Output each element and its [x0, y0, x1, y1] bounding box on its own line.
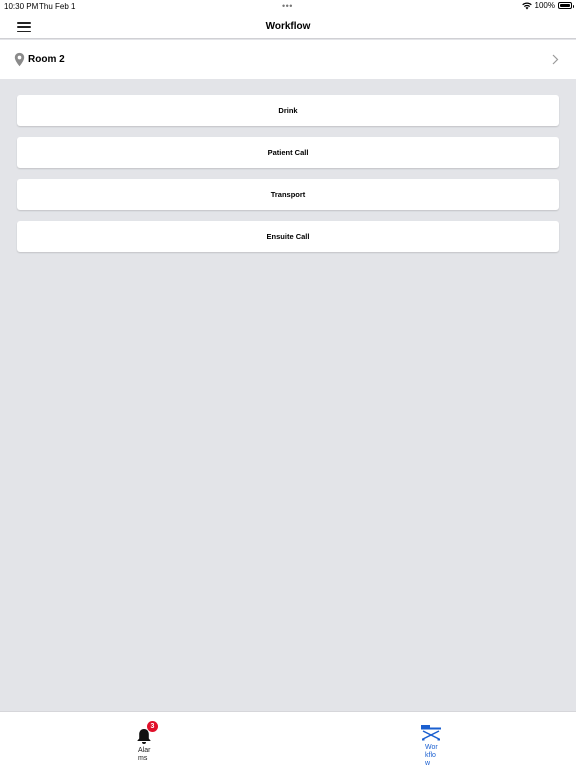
status-indicators: 100% [521, 1, 574, 10]
status-time: 10:30 PM [4, 2, 39, 11]
tab-workflow-label: Workflow [425, 744, 438, 767]
room-label: Room 2 [28, 54, 65, 65]
hospital-bed-icon [421, 725, 441, 741]
battery-icon [558, 2, 574, 9]
tab-workflow[interactable]: Workflow [288, 712, 576, 768]
workflow-item-ensuite-call[interactable]: Ensuite Call [17, 221, 559, 252]
chevron-right-icon [552, 54, 559, 65]
tab-bar: 3 Alarms Workflow [0, 711, 576, 768]
location-pin-icon [14, 52, 25, 67]
tab-alarms[interactable]: 3 Alarms [0, 712, 288, 768]
tab-alarms-label: Alarms [138, 747, 151, 762]
workflow-list: Drink Patient Call Transport Ensuite Cal… [17, 95, 559, 263]
multitasking-dots[interactable]: ••• [282, 1, 293, 11]
workflow-item-drink[interactable]: Drink [17, 95, 559, 126]
alarm-count-badge: 3 [147, 721, 158, 732]
page-title: Workflow [265, 21, 311, 32]
wifi-icon [521, 2, 532, 9]
workflow-item-patient-call[interactable]: Patient Call [17, 137, 559, 168]
status-date: Thu Feb 1 [39, 2, 76, 11]
navigation-bar: Workflow [0, 13, 576, 39]
room-selector[interactable]: Room 2 [0, 40, 576, 79]
workflow-item-transport[interactable]: Transport [17, 179, 559, 210]
status-bar: 10:30 PM Thu Feb 1 ••• 100% [0, 0, 576, 13]
battery-percent: 100% [534, 1, 555, 10]
